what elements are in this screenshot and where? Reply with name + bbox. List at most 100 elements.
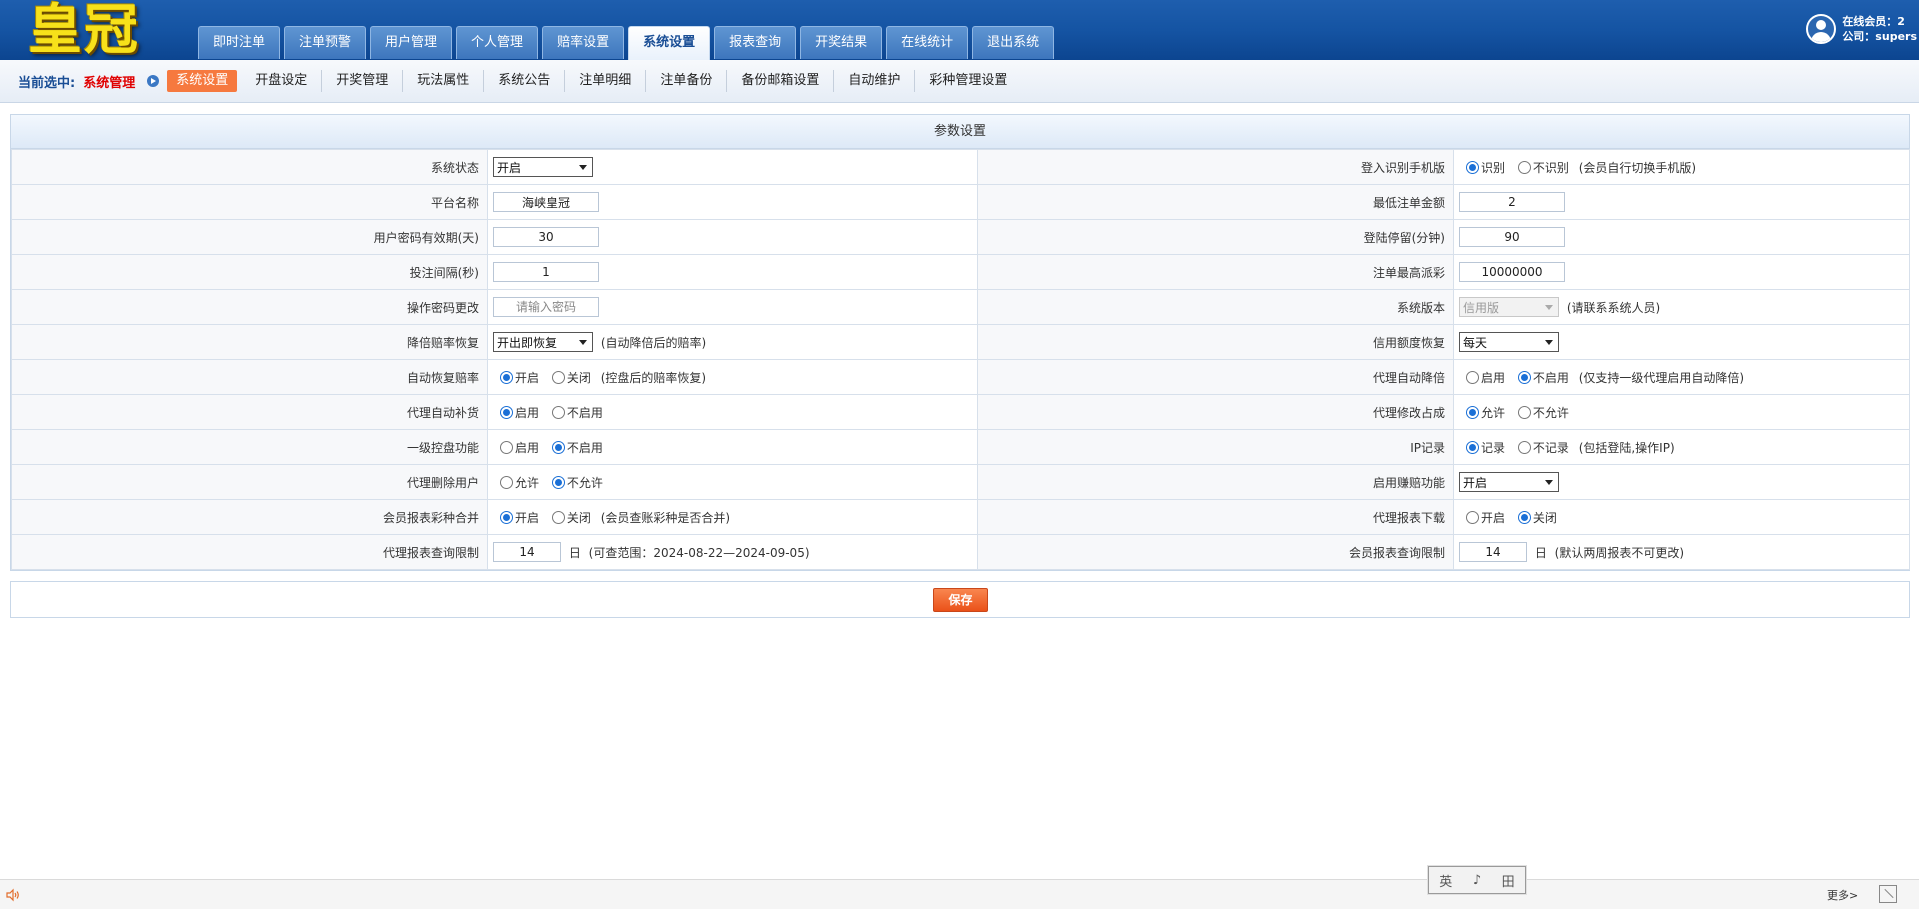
table-row: 一级控盘功能 启用 不启用 IP记录 记录 不记录 (包括登陆,操作IP) xyxy=(11,429,1910,465)
agent-report-download-on-label: 开启 xyxy=(1481,510,1506,525)
nav-tab-reports[interactable]: 报表查询 xyxy=(714,26,797,59)
agent-auto-lower-on-radio[interactable] xyxy=(1466,370,1479,384)
nav-tab-draw-results[interactable]: 开奖结果 xyxy=(800,26,883,59)
subnav-bet-backup[interactable]: 注单备份 xyxy=(646,70,728,92)
auto-restore-on-radio[interactable] xyxy=(500,370,513,384)
chevron-down-icon xyxy=(579,339,587,345)
login-mobile-yes-radio[interactable] xyxy=(1466,160,1479,174)
agent-report-download-off-radio[interactable] xyxy=(1517,510,1531,524)
save-bar: 保存 xyxy=(10,581,1910,618)
platform-name-input[interactable] xyxy=(493,192,599,212)
auto-restore-off-label: 关闭 xyxy=(566,370,591,385)
ime-toolbar[interactable]: 英 ♪ ⽥ xyxy=(1428,866,1526,894)
agent-modify-share-yes-label: 允许 xyxy=(1481,405,1506,420)
chevron-down-icon xyxy=(1545,479,1553,485)
save-button[interactable]: 保存 xyxy=(933,588,988,612)
sub-nav: 当前选中: 系统管理 系统设置 开盘设定 开奖管理 玩法属性 系统公告 注单明细… xyxy=(0,60,1919,103)
max-payout-input[interactable] xyxy=(1459,262,1565,282)
auto-restore-note: (控盘后的赔率恢复) xyxy=(600,370,707,385)
agent-auto-fill-label: 代理自动补货 xyxy=(11,394,488,430)
user-area: 在线会员：2 公司：supers xyxy=(1806,13,1917,45)
ime-moon-icon[interactable]: ♪ xyxy=(1473,873,1481,888)
speaker-icon[interactable] xyxy=(6,888,20,902)
nav-tab-bet-warning[interactable]: 注单预警 xyxy=(284,26,367,59)
agent-report-download-on-radio[interactable] xyxy=(1466,510,1479,524)
ime-lang-label[interactable]: 英 xyxy=(1439,871,1452,890)
bottom-bar: 更多> xyxy=(0,879,1919,909)
table-row: 投注间隔(秒) 注单最高派彩 xyxy=(11,254,1910,290)
chevron-down-icon xyxy=(1545,304,1553,310)
odds-restore-label: 降倍赔率恢复 xyxy=(11,324,488,360)
nav-tab-odds-settings[interactable]: 赔率设置 xyxy=(542,26,625,59)
agent-auto-fill-on-label: 启用 xyxy=(515,405,540,420)
auto-restore-odds-label: 自动恢复赔率 xyxy=(11,359,488,395)
op-pwd-input[interactable] xyxy=(493,297,599,317)
level1-control-on-radio[interactable] xyxy=(500,440,513,454)
subnav-backup-email[interactable]: 备份邮箱设置 xyxy=(727,70,835,92)
member-report-limit-input[interactable] xyxy=(1459,542,1527,562)
settings-table: 系统状态 开启 登入识别手机版 识别 不识别 (会员自行切换手机版) 平台名称 … xyxy=(11,149,1910,570)
arrow-right-icon xyxy=(147,75,160,87)
agent-auto-lower-off-radio[interactable] xyxy=(1517,370,1531,384)
member-report-limit-label: 会员报表查询限制 xyxy=(977,534,1454,570)
ip-record-yes-radio[interactable] xyxy=(1466,440,1479,454)
level1-control-off-label: 不启用 xyxy=(566,440,603,455)
main-nav: 即时注单 注单预警 用户管理 个人管理 赔率设置 系统设置 报表查询 开奖结果 … xyxy=(198,26,1058,60)
agent-auto-fill-on-radio[interactable] xyxy=(500,405,513,419)
subnav-lottery-management[interactable]: 彩种管理设置 xyxy=(915,70,1021,92)
enable-compensation-select[interactable]: 开启 xyxy=(1459,472,1559,492)
login-mobile-no-radio[interactable] xyxy=(1517,160,1531,174)
nav-tab-user-management[interactable]: 用户管理 xyxy=(370,26,453,59)
agent-delete-user-yes-radio[interactable] xyxy=(500,475,513,489)
nav-tab-system-settings[interactable]: 系统设置 xyxy=(628,26,711,60)
subnav-auto-maintenance[interactable]: 自动维护 xyxy=(834,70,916,92)
agent-auto-lower-on-label: 启用 xyxy=(1481,370,1506,385)
level1-control-off-radio[interactable] xyxy=(551,440,565,454)
subnav-play-attributes[interactable]: 玩法属性 xyxy=(403,70,485,92)
table-row: 代理自动补货 启用 不启用 代理修改占成 允许 不允许 xyxy=(11,394,1910,430)
system-status-value: 开启 xyxy=(497,160,522,175)
agent-report-limit-input[interactable] xyxy=(493,542,561,562)
nav-tab-live-bets[interactable]: 即时注单 xyxy=(198,26,281,59)
sub-nav-items: 系统设置 开盘设定 开奖管理 玩法属性 系统公告 注单明细 注单备份 备份邮箱设… xyxy=(167,70,1021,92)
nav-tab-personal[interactable]: 个人管理 xyxy=(456,26,539,59)
pwd-validity-input[interactable] xyxy=(493,227,599,247)
bet-interval-input[interactable] xyxy=(493,262,599,282)
table-row: 降倍赔率恢复 开出即恢复 (自动降倍后的赔率) 信用额度恢复 每天 xyxy=(11,324,1910,360)
agent-modify-share-yes-radio[interactable] xyxy=(1466,405,1479,419)
nav-tab-logout[interactable]: 退出系统 xyxy=(972,26,1055,59)
subnav-system-settings[interactable]: 系统设置 xyxy=(167,70,238,92)
credit-restore-select[interactable]: 每天 xyxy=(1459,332,1559,352)
member-report-merge-off-radio[interactable] xyxy=(551,510,565,524)
odds-restore-select[interactable]: 开出即恢复 xyxy=(493,332,593,352)
auto-restore-off-radio[interactable] xyxy=(551,370,565,384)
ip-record-no-radio[interactable] xyxy=(1517,440,1531,454)
agent-delete-user-no-radio[interactable] xyxy=(551,475,565,489)
odds-restore-value: 开出即恢复 xyxy=(497,335,558,350)
ime-settings-icon[interactable]: ⽥ xyxy=(1502,871,1515,890)
top-header: 皇冠 即时注单 注单预警 用户管理 个人管理 赔率设置 系统设置 报表查询 开奖… xyxy=(0,0,1919,60)
agent-auto-fill-off-radio[interactable] xyxy=(551,405,565,419)
subnav-draw-management[interactable]: 开奖管理 xyxy=(322,70,404,92)
nav-tab-online-stats[interactable]: 在线统计 xyxy=(886,26,969,59)
subnav-bet-details[interactable]: 注单明细 xyxy=(565,70,647,92)
ip-record-label: IP记录 xyxy=(977,429,1454,465)
credit-restore-value: 每天 xyxy=(1463,335,1488,350)
agent-modify-share-no-radio[interactable] xyxy=(1517,405,1531,419)
subnav-announcements[interactable]: 系统公告 xyxy=(484,70,566,92)
login-stay-input[interactable] xyxy=(1459,227,1565,247)
more-link[interactable]: 更多> xyxy=(1827,887,1858,903)
min-bet-input[interactable] xyxy=(1459,192,1565,212)
subnav-open-settings[interactable]: 开盘设定 xyxy=(241,70,323,92)
ip-record-note: (包括登陆,操作IP) xyxy=(1578,440,1675,455)
enable-compensation-value: 开启 xyxy=(1463,475,1488,490)
system-status-select[interactable]: 开启 xyxy=(493,157,593,177)
expand-icon[interactable] xyxy=(1879,885,1897,903)
system-version-note: (请联系系统人员) xyxy=(1566,300,1661,315)
member-report-merge-on-radio[interactable] xyxy=(500,510,513,524)
agent-auto-lower-note: (仅支持一级代理启用自动降倍) xyxy=(1578,370,1745,385)
member-report-merge-label: 会员报表彩种合并 xyxy=(11,499,488,535)
agent-auto-lower-label: 代理自动降倍 xyxy=(977,359,1454,395)
table-row: 操作密码更改 系统版本 信用版 (请联系系统人员) xyxy=(11,289,1910,325)
company-name: 公司：supers xyxy=(1842,30,1917,43)
